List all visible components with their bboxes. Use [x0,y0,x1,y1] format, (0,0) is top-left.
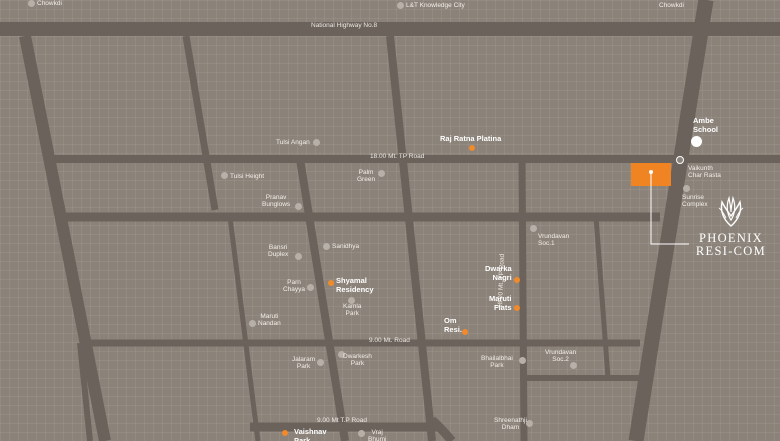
label-vraj-bhumi: Vraj Bhumi [368,429,387,441]
marker-vaikunth-char-rasta[interactable] [676,156,684,164]
road-left-2 [182,35,219,211]
marker-vrundavan-soc1[interactable] [530,225,537,232]
road-central [386,35,436,441]
label-tulsi-angan: Tulsi Angan [276,139,310,146]
label-shreenathji-dham: Shreenathji Dham [494,417,527,432]
label-bhailalbhai-park: Bhailalbhai Park [481,355,513,370]
label-dwarkesh-park: Dwarkesh Park [343,353,372,368]
label-maruti-flats: Maruti Flats [489,294,512,312]
marker-bhailalbhai-park[interactable] [519,357,526,364]
label-shyamal-residency: Shyamal Residency [336,276,374,294]
road-label-national-highway: National Highway No.8 [311,22,378,29]
label-jalaram-park: Jalaram Park [292,356,316,371]
marker-ambe-school[interactable] [691,136,702,147]
marker-vraj-bhumi[interactable] [358,430,365,437]
label-ambe-school: Ambe School [693,116,719,134]
road-east-inner [593,216,611,379]
marker-chowkdi-left[interactable] [28,0,35,7]
road-label-9m: 9.00 Mt. Road [369,337,410,344]
project-leader-line [649,170,689,245]
label-chowkdi-left: Chowkdi [37,0,62,7]
marker-lt-knowledge-city[interactable] [397,2,404,9]
brand-logo: PHOENIX RESI-COM [688,194,774,258]
marker-tulsi-height[interactable] [221,172,228,179]
label-lt-knowledge-city: L&T Knowledge City [406,2,465,9]
marker-maruti-flats[interactable] [514,305,520,311]
label-palm-green: Palm Green [357,169,376,184]
road-mid-left [296,158,349,441]
label-vaikunth-char-rasta: Vaikunth Char Rasta [688,165,721,180]
label-sanidhya: Sanidhya [332,243,360,250]
marker-jalaram-park[interactable] [317,359,324,366]
marker-bansri-duplex[interactable] [295,253,302,260]
road-label-18m-east: 18.00 Mt. TP Road [370,153,425,160]
marker-maruti-nandan[interactable] [249,320,256,327]
marker-sanidhya[interactable] [323,243,330,250]
marker-kamla-park[interactable] [348,297,355,304]
road-far-left [19,34,111,441]
label-chowkdi-right: Chowkdi [659,2,684,9]
marker-parn-chayya[interactable] [307,284,314,291]
road-18m-north-south [518,158,528,441]
marker-shreenathji-dham[interactable] [526,420,533,427]
marker-tulsi-angan[interactable] [313,139,320,146]
label-kamla-park: Kamla Park [343,303,362,318]
label-dwarka-nagri: Dwarka Nagri [485,264,512,282]
label-raj-ratna-platina: Raj Ratna Platina [440,134,502,143]
label-bansri-duplex: Bansri Duplex [268,244,289,259]
marker-dwarka-nagri[interactable] [514,277,520,283]
map-canvas[interactable]: National Highway No.8 18.00 Mt. TP Road … [0,0,780,441]
label-vrundavan-soc1: Vrundavan Soc.1 [538,233,570,248]
marker-vrundavan-soc2[interactable] [570,362,577,369]
marker-palm-green[interactable] [378,170,385,177]
marker-raj-ratna-platina[interactable] [469,145,475,151]
label-parn-chayya: Parn Chayya [283,279,306,294]
label-om-resi: Om Resi. [444,316,462,334]
marker-shyamal-residency[interactable] [328,280,334,286]
road-nh-branch [692,0,714,38]
phoenix-icon [718,195,744,227]
marker-vaishnav-park[interactable] [282,430,288,436]
label-maruti-nandan: Maruti Nandan [258,313,281,328]
brand-name-line2: RESI-COM [695,244,767,258]
road-label-9m-south: 9.00 Mt T.P Road [317,417,367,424]
road-west-short [227,216,261,441]
marker-om-resi[interactable] [462,329,468,335]
label-vaishnav-park: Vaishnav Park [294,427,327,441]
label-pranav-bunglows: Pranav Bunglows [262,194,291,209]
label-tulsi-height: Tulsi Height [230,173,265,180]
marker-pranav-bunglows[interactable] [295,203,302,210]
